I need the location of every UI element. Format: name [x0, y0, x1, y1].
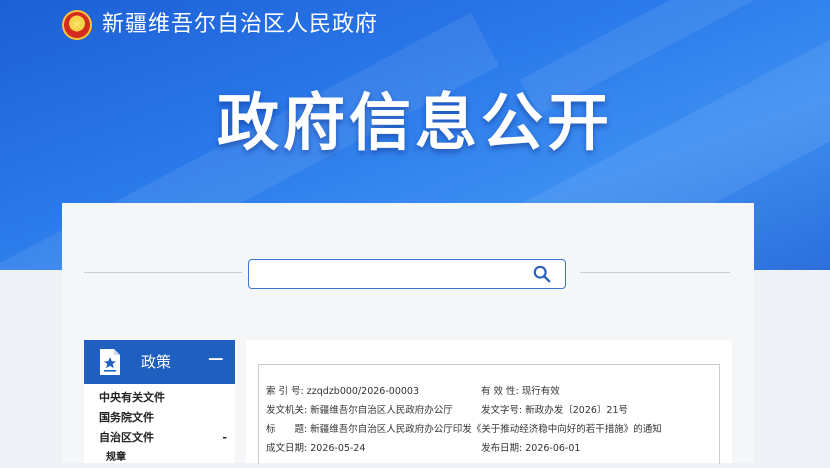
meta-document-number: 发文字号: 新政办发〔2026〕21号	[481, 402, 628, 416]
meta-index: 索 引 号: zzqdzb000/2026-00003	[266, 383, 419, 397]
meta-value: 新政办发〔2026〕21号	[525, 405, 628, 416]
emblem-star-icon: ★	[71, 17, 83, 32]
sidebar-item-regulations[interactable]: 规章	[84, 448, 235, 468]
national-emblem-icon[interactable]: ★	[62, 10, 92, 40]
sidebar-header[interactable]: 政策 −	[84, 340, 235, 384]
document-content: 索 引 号: zzqdzb000/2026-00003 有 效 性: 现行有效 …	[246, 340, 732, 464]
meta-title: 标 题: 新疆维吾尔自治区人民政府办公厅印发《关于推动经济稳中向好的若干措施》的…	[266, 421, 662, 435]
meta-label: 发文机关:	[266, 405, 308, 416]
sidebar-item-label: 中央有关文件	[99, 391, 165, 404]
sidebar-item-state-council-documents[interactable]: 国务院文件	[84, 408, 235, 428]
sidebar-item-label: 国务院文件	[99, 411, 154, 424]
sidebar-item-label: 自治区文件	[99, 431, 154, 444]
policy-sidebar: 政策 − 中央有关文件 国务院文件 自治区文件 - 规章	[84, 340, 235, 463]
search-box	[248, 259, 566, 289]
collapse-toggle-button[interactable]: −	[207, 346, 225, 374]
main-panel: 政策 − 中央有关文件 国务院文件 自治区文件 - 规章 索 引 号: zzqdz…	[62, 203, 754, 464]
meta-value: 现行有效	[521, 386, 560, 397]
meta-value: 新疆维吾尔自治区人民政府办公厅	[310, 405, 453, 416]
meta-created-date: 成文日期: 2026-05-24	[266, 440, 365, 454]
meta-label: 成文日期:	[266, 443, 308, 454]
site-name[interactable]: 新疆维吾尔自治区人民政府	[102, 10, 378, 40]
meta-label: 发文字号:	[481, 405, 523, 416]
expanded-marker: -	[222, 431, 227, 444]
meta-value: 2026-05-24	[310, 443, 366, 454]
meta-label: 有 效 性:	[481, 386, 519, 397]
meta-issuer: 发文机关: 新疆维吾尔自治区人民政府办公厅	[266, 402, 453, 416]
meta-value: zzqdzb000/2026-00003	[306, 386, 419, 397]
meta-published-date: 发布日期: 2026-06-01	[481, 440, 580, 454]
sidebar-item-label: 规章	[106, 452, 126, 463]
search-input[interactable]	[255, 261, 529, 289]
meta-value: 2026-06-01	[525, 443, 581, 454]
document-metadata: 索 引 号: zzqdzb000/2026-00003 有 效 性: 现行有效 …	[258, 364, 720, 464]
sidebar-item-central-documents[interactable]: 中央有关文件	[84, 388, 235, 408]
search-icon[interactable]	[533, 265, 551, 283]
sidebar-title: 政策	[141, 353, 172, 371]
sidebar-item-region-documents[interactable]: 自治区文件 -	[84, 428, 235, 448]
meta-label: 索 引 号:	[266, 386, 304, 397]
meta-validity: 有 效 性: 现行有效	[481, 383, 560, 397]
search-divider-left	[84, 272, 242, 273]
meta-label: 发布日期:	[481, 443, 523, 454]
page-title: 政府信息公开	[216, 86, 613, 159]
meta-value: 新疆维吾尔自治区人民政府办公厅印发《关于推动经济稳中向好的若干措施》的通知	[310, 424, 662, 435]
document-star-icon	[100, 349, 120, 375]
sidebar-list: 中央有关文件 国务院文件 自治区文件 - 规章	[84, 384, 235, 468]
meta-label: 标 题:	[266, 424, 308, 435]
search-divider-right	[580, 272, 730, 273]
